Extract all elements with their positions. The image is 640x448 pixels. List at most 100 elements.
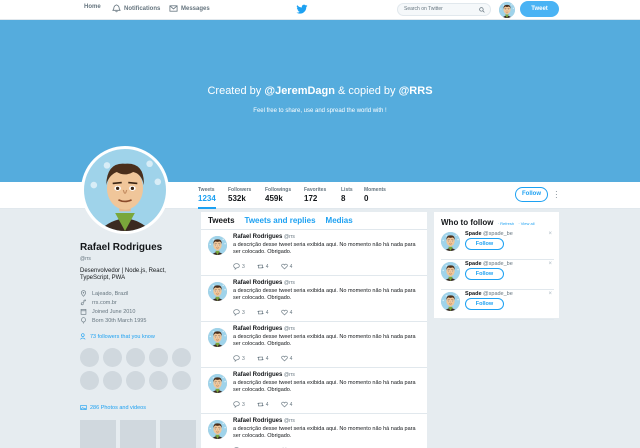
who-to-follow-item: Spade @spade_be Follow × [441,230,554,260]
like-button[interactable]: 4 [280,401,293,408]
tweet-avatar[interactable] [208,374,227,393]
refresh-link[interactable]: · Refresh [498,221,514,226]
follower-avatar[interactable] [80,348,99,367]
dismiss-suggestion-icon[interactable]: × [548,261,552,267]
photos-and-videos-link[interactable]: 286 Photos and videos [80,404,146,411]
search-icon[interactable] [479,7,485,13]
reply-icon [233,355,240,362]
suggested-follow-button[interactable]: Follow [465,298,504,310]
follower-avatar[interactable] [149,371,168,390]
tweet-item[interactable]: Rafael Rodrigues @rrs a descrição desse t… [201,230,427,276]
dismiss-suggestion-icon[interactable]: × [548,291,552,297]
reply-button[interactable]: 3 [233,355,245,362]
reply-button[interactable]: 3 [233,309,245,316]
tweet-button[interactable]: Tweet [520,1,559,17]
balloon-icon [81,317,86,324]
profile-website[interactable]: rrs.com.br [80,299,117,306]
suggested-follow-button[interactable]: Follow [465,238,504,250]
follower-avatar[interactable] [172,348,191,367]
stat-followers[interactable]: Followers 532k [228,187,251,203]
suggested-follow-button[interactable]: Follow [465,268,504,280]
reply-button[interactable]: 3 [233,401,245,408]
tweet-item[interactable]: Rafael Rodrigues @rrs a descrição desse t… [201,368,427,414]
tweet-avatar[interactable] [208,328,227,347]
heart-icon [280,401,288,408]
retweet-icon [257,356,264,361]
tab-medias[interactable]: Medias [326,216,353,225]
follower-avatar[interactable] [126,371,145,390]
photo-tile[interactable] [160,420,196,448]
like-button[interactable]: 4 [280,355,292,362]
stat-favorites[interactable]: Favorites 172 [304,187,326,203]
like-count: 4 [289,401,293,408]
tweet-author-name[interactable]: Rafael Rodrigues [233,372,282,378]
tweet-avatar[interactable] [208,282,227,301]
tweet-author-handle[interactable]: @rrs [284,234,295,240]
tweet-item[interactable]: Rafael Rodrigues @rrs a descrição desse t… [201,322,427,368]
follower-avatar[interactable] [172,371,191,390]
reply-button[interactable]: 3 [233,263,245,270]
stat-followings[interactable]: Followings 459k [265,187,291,203]
nav-notifications[interactable]: Notifications [112,4,160,13]
retweet-button[interactable]: 4 [257,401,269,408]
tweet-text: a descrição desse tweet seria exibida aq… [233,288,416,301]
retweet-button[interactable]: 4 [257,309,269,316]
tweet-author-name[interactable]: Rafael Rodrigues [233,280,282,286]
tweet-avatar[interactable] [208,236,227,255]
dismiss-suggestion-icon[interactable]: × [548,231,552,237]
suggested-user-name[interactable]: Spade @spade_be [465,231,513,237]
tweet-author-handle[interactable]: @rrs [284,280,295,286]
stat-moments[interactable]: Moments 0 [364,187,386,203]
nav-messages[interactable]: Messages [169,4,210,13]
followers-you-know-link[interactable]: 73 followers that you know [80,333,155,340]
suggested-user-avatar[interactable] [441,232,460,251]
follower-avatar[interactable] [103,348,122,367]
tweet-author-name[interactable]: Rafael Rodrigues [233,234,282,240]
suggested-user-avatar[interactable] [441,292,460,311]
tweet-author-handle[interactable]: @rrs [284,418,295,424]
tweet-author-handle[interactable]: @rrs [284,372,295,378]
photo-tile[interactable] [120,420,156,448]
tweet-header: Rafael Rodrigues @rrs [233,326,295,332]
profile-avatar[interactable] [81,146,169,234]
tweet-author-name[interactable]: Rafael Rodrigues [233,418,282,424]
location-pin-icon [81,290,86,297]
user-avatar[interactable] [499,2,515,18]
tweet-header: Rafael Rodrigues @rrs [233,372,295,378]
profile-location: Lajeado, Brazil [80,290,128,297]
tweet-author-name[interactable]: Rafael Rodrigues [233,326,282,332]
photo-tiles [80,420,196,448]
tweet-avatar[interactable] [208,420,227,439]
like-button[interactable]: 4 [280,309,292,316]
website-text[interactable]: rrs.com.br [92,300,117,306]
follower-avatar[interactable] [103,371,122,390]
tweet-actions: 3 4 4 [233,401,292,408]
stat-value: 1234 [198,194,216,203]
stat-lists[interactable]: Lists 8 [341,187,353,203]
tweet-actions: 3 4 4 [233,309,292,316]
stat-tweets[interactable]: Tweets 1234 [198,187,216,209]
follower-avatar[interactable] [80,371,99,390]
tweet-author-handle[interactable]: @rrs [284,326,295,332]
retweet-button[interactable]: 4 [257,263,269,270]
tab-tweets-and-replies[interactable]: Tweets and replies [245,216,316,225]
photo-tile[interactable] [80,420,116,448]
banner-copied-by: & copied by [334,85,399,97]
search-input[interactable]: Search on Twitter [397,3,491,16]
suggested-user-name[interactable]: Spade @spade_be [465,291,513,297]
follower-avatar[interactable] [126,348,145,367]
tab-tweets[interactable]: Tweets [208,216,235,225]
suggested-user-avatar[interactable] [441,262,460,281]
view-all-link[interactable]: · View all [518,221,534,226]
stat-label: Favorites [304,187,327,193]
twitter-bird-icon[interactable] [296,4,308,15]
more-options-icon[interactable]: · · · [555,188,559,202]
follow-button[interactable]: Follow [515,187,548,202]
retweet-button[interactable]: 4 [257,355,269,362]
nav-home[interactable]: Home [84,4,101,10]
tweet-item[interactable]: Rafael Rodrigues @rrs a descrição desse t… [201,414,427,448]
suggested-user-name[interactable]: Spade @spade_be [465,261,513,267]
like-button[interactable]: 4 [280,263,292,270]
tweet-item[interactable]: Rafael Rodrigues @rrs a descrição desse t… [201,276,427,322]
follower-avatar[interactable] [149,348,168,367]
